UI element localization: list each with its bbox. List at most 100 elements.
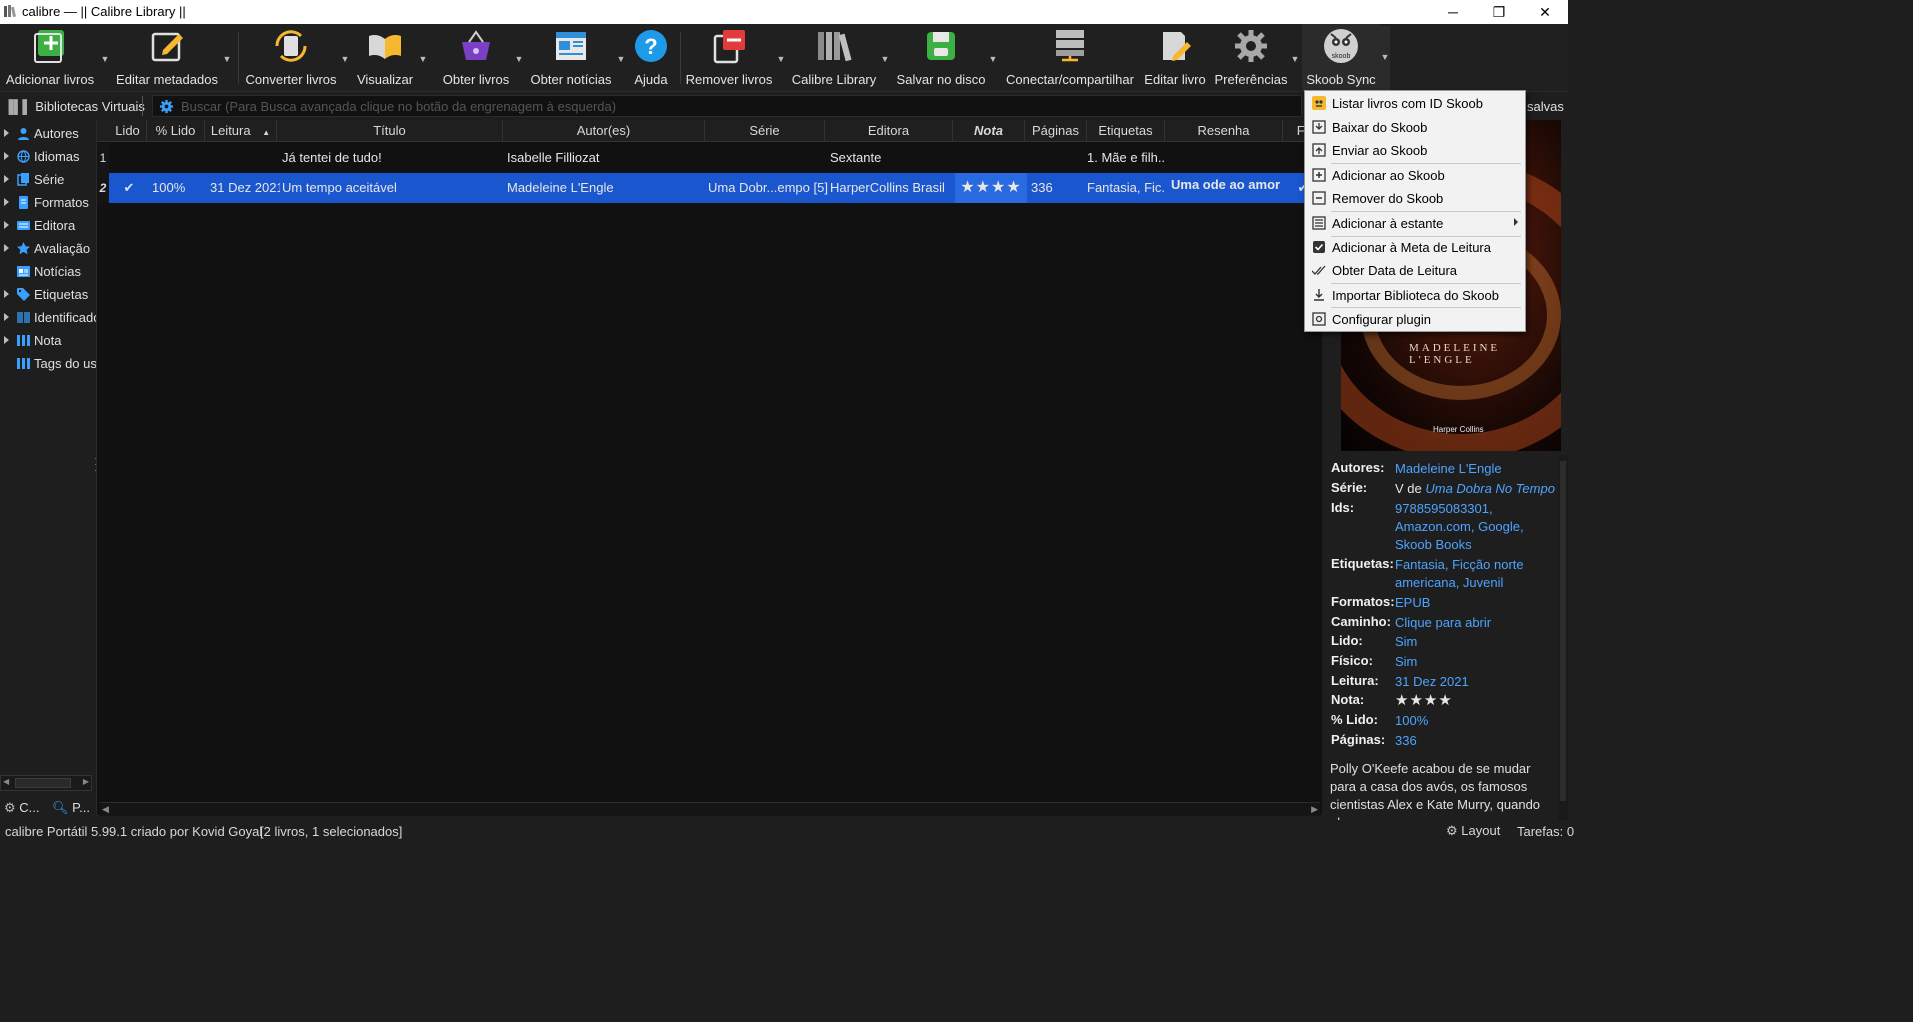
sidebar-horizontal-scrollbar[interactable]: ◀ ▶ bbox=[0, 775, 92, 791]
view-dropdown-icon[interactable]: ▼ bbox=[418, 54, 428, 64]
book-list-horizontal-scrollbar[interactable]: ◀ ▶ bbox=[100, 802, 1320, 816]
expand-arrow-icon[interactable] bbox=[4, 336, 9, 344]
expand-arrow-icon[interactable] bbox=[4, 290, 9, 298]
table-row-selected[interactable]: 2 ✔ 100% 31 Dez 2021 Um tempo aceitável … bbox=[97, 173, 1323, 203]
menu-item-get-reading-date[interactable]: Obter Data de Leitura bbox=[1306, 259, 1524, 282]
sidebar-item-news[interactable]: Notícias bbox=[0, 261, 96, 283]
remove-books-dropdown-icon[interactable]: ▼ bbox=[776, 54, 786, 64]
close-button[interactable]: ✕ bbox=[1522, 0, 1568, 24]
search-input[interactable]: Buscar (Para Busca avançada clique no bo… bbox=[152, 95, 1302, 117]
ids-links[interactable]: 9788595083301, Amazon.com, Google, Skoob… bbox=[1395, 500, 1563, 554]
column-header-reading-date[interactable]: Leitura ▲ bbox=[205, 120, 277, 142]
column-header-pages[interactable]: Páginas bbox=[1025, 120, 1087, 142]
convert-books-button[interactable]: Converter livros bbox=[244, 24, 338, 92]
series-link[interactable]: Uma Dobra No Tempo bbox=[1425, 481, 1555, 496]
menu-item-import-skoob-library[interactable]: Importar Biblioteca do Skoob bbox=[1306, 284, 1524, 307]
fetch-news-dropdown-icon[interactable]: ▼ bbox=[616, 54, 626, 64]
add-books-dropdown-icon[interactable]: ▼ bbox=[100, 54, 110, 64]
cell-title: Já tentei de tudo! bbox=[282, 150, 382, 165]
table-row[interactable]: 1 Já tentei de tudo! Isabelle Filliozat … bbox=[97, 143, 1323, 173]
sidebar-item-rating-column[interactable]: Nota bbox=[0, 330, 96, 352]
library-dropdown-icon[interactable]: ▼ bbox=[880, 54, 890, 64]
sidebar-item-tags[interactable]: Etiquetas bbox=[0, 284, 96, 306]
menu-item-download-from-skoob[interactable]: Baixar do Skoob bbox=[1306, 116, 1524, 139]
scroll-right-icon[interactable]: ▶ bbox=[1311, 804, 1318, 815]
menu-item-send-to-skoob[interactable]: Enviar ao Skoob bbox=[1306, 139, 1524, 162]
person-icon bbox=[18, 128, 29, 140]
author-link[interactable]: Madeleine L'Engle bbox=[1395, 460, 1563, 478]
menu-item-add-to-shelf[interactable]: Adicionar à estante bbox=[1306, 212, 1524, 235]
scroll-left-icon[interactable]: ◀ bbox=[102, 804, 109, 815]
search-gear-icon[interactable] bbox=[159, 99, 174, 114]
tag-browser-footer: ⚙ C... 🔍︎ P... bbox=[0, 797, 96, 819]
expand-arrow-icon[interactable] bbox=[4, 313, 9, 321]
layout-button[interactable]: ⚙ Layout bbox=[1446, 823, 1500, 839]
expand-arrow-icon[interactable] bbox=[4, 175, 9, 183]
expand-arrow-icon[interactable] bbox=[4, 221, 9, 229]
menu-item-add-to-skoob[interactable]: Adicionar ao Skoob bbox=[1306, 164, 1524, 187]
menu-item-configure-plugin[interactable]: Configurar plugin bbox=[1306, 308, 1524, 331]
expand-arrow-icon[interactable] bbox=[4, 152, 9, 160]
menu-item-add-to-reading-goal[interactable]: Adicionar à Meta de Leitura bbox=[1306, 236, 1524, 259]
details-vertical-scrollbar[interactable] bbox=[1558, 455, 1568, 820]
maximize-button[interactable]: ❐ bbox=[1476, 0, 1522, 24]
sidebar-item-identifiers[interactable]: Identificadores bbox=[0, 307, 96, 329]
barcode-icon bbox=[17, 312, 30, 323]
save-to-disk-button[interactable]: Salvar no disco bbox=[894, 24, 988, 92]
saved-searches-label[interactable]: salvas bbox=[1527, 99, 1564, 114]
cell-authors: Madeleine L'Engle bbox=[507, 180, 614, 195]
sidebar-item-formats[interactable]: Formatos bbox=[0, 192, 96, 214]
menu-item-remove-from-skoob[interactable]: Remover do Skoob bbox=[1306, 187, 1524, 210]
tags-links[interactable]: Fantasia, Ficção norte americana, Juveni… bbox=[1395, 556, 1563, 592]
convert-books-dropdown-icon[interactable]: ▼ bbox=[340, 54, 350, 64]
sidebar-item-publisher[interactable]: Editora bbox=[0, 215, 96, 237]
sidebar-item-user-tags[interactable]: Tags do usuário bbox=[0, 353, 96, 375]
edit-book-button[interactable]: Editar livro bbox=[1140, 24, 1210, 92]
jobs-indicator[interactable]: Tarefas: 0 bbox=[1517, 824, 1574, 839]
expand-arrow-icon[interactable] bbox=[4, 198, 9, 206]
scrollbar-thumb[interactable] bbox=[1560, 461, 1566, 801]
column-header-publisher[interactable]: Editora bbox=[825, 120, 953, 142]
sidebar-item-authors[interactable]: Autores bbox=[0, 123, 96, 145]
remove-books-button[interactable]: Remover livros bbox=[684, 24, 774, 92]
skoob-sync-button[interactable]: skoob Skoob Sync bbox=[1302, 24, 1380, 92]
virtual-libraries-button[interactable]: ▐▌▌ Bibliotecas Virtuais bbox=[4, 99, 145, 114]
scroll-right-icon[interactable]: ▶ bbox=[83, 777, 89, 786]
expand-arrow-icon[interactable] bbox=[4, 129, 9, 137]
fetch-news-button[interactable]: Obter notícias bbox=[526, 24, 616, 92]
expand-arrow-icon[interactable] bbox=[4, 244, 9, 252]
column-header-read[interactable]: Lido bbox=[109, 120, 147, 142]
sidebar-item-languages[interactable]: Idiomas bbox=[0, 146, 96, 168]
column-header-rating[interactable]: Nota bbox=[953, 120, 1025, 142]
column-header-percent-read[interactable]: % Lido bbox=[147, 120, 205, 142]
calibre-library-button[interactable]: Calibre Library bbox=[790, 24, 878, 92]
sidebar-item-series[interactable]: Série bbox=[0, 169, 96, 191]
open-path-link[interactable]: Clique para abrir bbox=[1395, 614, 1563, 632]
column-header-series[interactable]: Série bbox=[705, 120, 825, 142]
format-link[interactable]: EPUB bbox=[1395, 594, 1563, 612]
find-in-tag-browser-button[interactable]: 🔍︎ P... bbox=[52, 800, 90, 816]
minimize-button[interactable]: ─ bbox=[1430, 0, 1476, 24]
configure-tag-browser-button[interactable]: ⚙ C... bbox=[4, 800, 40, 816]
connect-share-button[interactable]: Conectar/compartilhar bbox=[1004, 24, 1136, 92]
view-book-button[interactable]: Visualizar bbox=[352, 24, 418, 92]
skoob-sync-label: Skoob Sync bbox=[1306, 72, 1376, 87]
column-header-title[interactable]: Título bbox=[277, 120, 503, 142]
preferences-button[interactable]: Preferências bbox=[1212, 24, 1290, 92]
skoob-sync-dropdown-icon[interactable]: ▼ bbox=[1380, 26, 1390, 90]
save-dropdown-icon[interactable]: ▼ bbox=[988, 54, 998, 64]
edit-metadata-dropdown-icon[interactable]: ▼ bbox=[222, 54, 232, 64]
column-header-review[interactable]: Resenha bbox=[1165, 120, 1283, 142]
scroll-left-icon[interactable]: ◀ bbox=[3, 777, 9, 786]
column-header-tags[interactable]: Etiquetas bbox=[1087, 120, 1165, 142]
column-header-authors[interactable]: Autor(es) bbox=[503, 120, 705, 142]
sidebar-item-rating[interactable]: Avaliação bbox=[0, 238, 96, 260]
preferences-dropdown-icon[interactable]: ▼ bbox=[1290, 54, 1300, 64]
get-books-button[interactable]: Obter livros bbox=[436, 24, 516, 92]
help-button[interactable]: ? Ajuda bbox=[626, 24, 676, 92]
menu-item-list-skoob-ids[interactable]: Listar livros com ID Skoob bbox=[1306, 92, 1524, 115]
get-books-dropdown-icon[interactable]: ▼ bbox=[514, 54, 524, 64]
scrollbar-thumb[interactable] bbox=[15, 778, 71, 788]
edit-metadata-button[interactable]: Editar metadados bbox=[114, 24, 220, 92]
add-books-button[interactable]: Adicionar livros bbox=[2, 24, 98, 92]
